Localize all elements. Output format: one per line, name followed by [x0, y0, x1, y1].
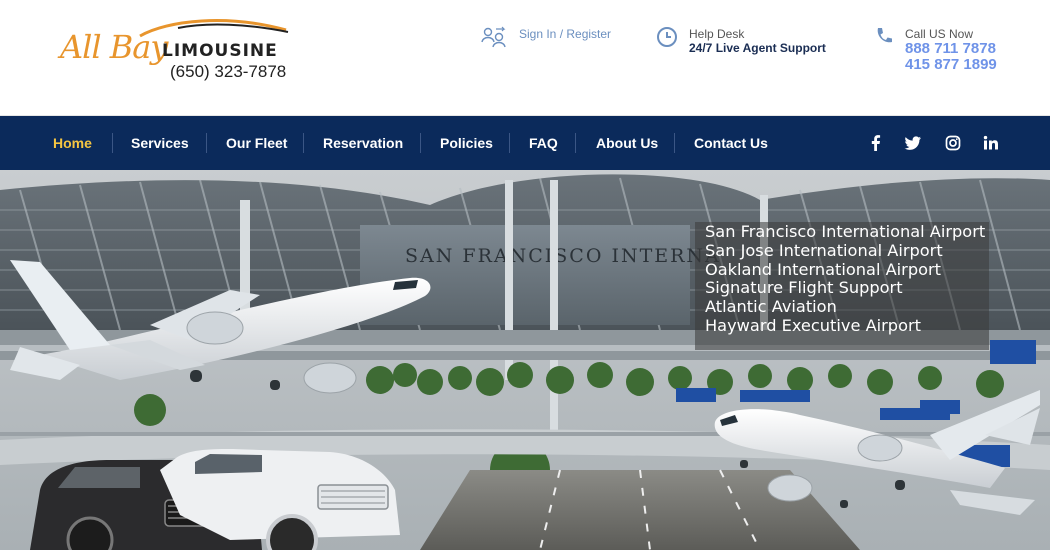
brand-phone: (650) 323-7878 [170, 62, 287, 81]
airport-list-panel: San Francisco International Airport San … [695, 222, 989, 350]
brand-word: LIMOUSINE [162, 41, 278, 61]
nav-separator [303, 133, 304, 153]
signin-link[interactable]: Sign In / Register [519, 27, 611, 41]
brand-script: All Bay [60, 28, 168, 66]
nav-separator [206, 133, 207, 153]
facebook-icon[interactable] [866, 133, 886, 153]
call-title: Call US Now [905, 27, 974, 41]
user-switch-icon [480, 26, 508, 51]
page: All Bay LIMOUSINE (650) 323-7878 Sign In… [0, 0, 1050, 550]
nav-reservation[interactable]: Reservation [323, 135, 403, 151]
nav-separator [509, 133, 510, 153]
airport-item: Oakland International Airport [705, 259, 941, 279]
phone-icon [874, 26, 894, 49]
building-sign-text: SAN FRANCISCO INTERNA [405, 245, 721, 267]
nav-separator [420, 133, 421, 153]
hero-banner: SAN FRANCISCO INTERNA San Francisco Inte… [0, 170, 1050, 550]
nav-faq[interactable]: FAQ [529, 135, 558, 151]
airport-item: Atlantic Aviation [705, 297, 837, 317]
clock-icon [656, 26, 678, 51]
call-number-2[interactable]: 415 877 1899 [905, 57, 997, 73]
help-desk-title: Help Desk [689, 27, 745, 41]
nav-separator [575, 133, 576, 153]
nav-home[interactable]: Home [53, 135, 92, 151]
nav-separator [674, 133, 675, 153]
airport-item: San Jose International Airport [705, 240, 943, 260]
brand-logo[interactable]: All Bay LIMOUSINE (650) 323-7878 [58, 16, 318, 86]
help-desk-subtitle: 24/7 Live Agent Support [689, 41, 826, 55]
linkedin-icon[interactable] [981, 133, 1001, 153]
nav-policies[interactable]: Policies [440, 135, 493, 151]
airport-item: San Francisco International Airport [705, 222, 986, 241]
instagram-icon[interactable] [943, 133, 963, 153]
airport-item: Signature Flight Support [705, 278, 903, 298]
airport-item: Hayward Executive Airport [705, 315, 921, 335]
nav-separator [112, 133, 113, 153]
call-number-1[interactable]: 888 711 7878 [905, 41, 997, 57]
nav-about-us[interactable]: About Us [596, 135, 658, 151]
nav-contact-us[interactable]: Contact Us [694, 135, 768, 151]
nav-our-fleet[interactable]: Our Fleet [226, 135, 287, 151]
site-header: All Bay LIMOUSINE (650) 323-7878 Sign In… [0, 0, 1050, 116]
twitter-icon[interactable] [903, 133, 923, 153]
nav-services[interactable]: Services [131, 135, 189, 151]
main-nav: Home Services Our Fleet Reservation Poli… [0, 116, 1050, 170]
